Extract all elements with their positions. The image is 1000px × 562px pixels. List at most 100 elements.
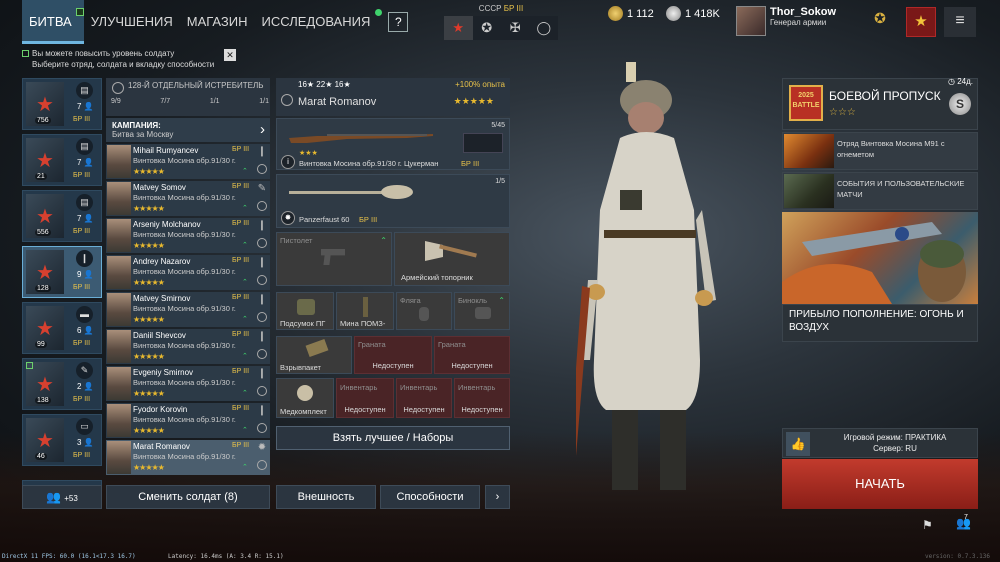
abilities-button[interactable]: Способности (380, 485, 480, 509)
nav-research-label: ИССЛЕДОВАНИЯ (261, 14, 371, 29)
slot-grenade-2[interactable]: Граната Недоступен (434, 336, 510, 374)
soldier-class-icon: ✹ (257, 442, 267, 453)
squad-card[interactable]: ★ 556 ▤ 7 👤 БР III (22, 190, 102, 242)
nation-br: БР III (503, 4, 524, 13)
battle-pass[interactable]: 2025 BATTLE БОЕВОЙ ПРОПУСК ☆☆☆ ◷ 24д. S (782, 77, 978, 130)
squad-stats: 9/9 7/7 1/1 1/1 (111, 98, 269, 105)
nav-battle-label: БИТВА (29, 14, 72, 29)
soldier-row[interactable]: Matvey Smirnov БР III Винтовка Мосина обр.… (106, 292, 270, 327)
slot-primary-weapon[interactable]: 5/45 i ★★★ Винтовка Мосина обр.91/30 г. … (276, 118, 510, 170)
slot-explosive[interactable]: Взрывпакет (276, 336, 352, 374)
squad-header: 128-Й ОТДЕЛЬНЫЙ ИСТРЕБИТЕЛЬ 9/9 7/7 1/1 … (106, 78, 270, 116)
soldier-row[interactable]: Andrey Nazarov БР III Винтовка Мосина обр.… (106, 255, 270, 290)
soldier-status-icon (257, 423, 267, 433)
slot-inventory-1[interactable]: Инвентарь Недоступен (336, 378, 394, 418)
squad-count-value: 7 (77, 214, 82, 223)
promo-squad[interactable]: Отряд Винтовка Мосина М91 с огнеметом (782, 132, 978, 170)
squad-card[interactable]: ★ 756 ▤ 7 👤 БР III (22, 78, 102, 130)
nav-upgrades[interactable]: УЛУЧШЕНИЯ (84, 0, 180, 44)
squad-count-value: 7 (77, 158, 82, 167)
slot-inventory-3[interactable]: Инвентарь Недоступен (454, 378, 510, 418)
explosive-pack-icon (305, 338, 329, 358)
soldier-row[interactable]: Marat Romanov БР III Винтовка Мосина обр.9… (106, 440, 270, 475)
soldier-row-weapon: Винтовка Мосина обр.91/30 г. (133, 193, 236, 202)
soldier-portrait (107, 441, 131, 474)
slot-mine[interactable]: Мина ПОМЗ- (336, 292, 394, 330)
soldier-row[interactable]: Evgeniy Smirnov БР III Винтовка Мосина обр… (106, 366, 270, 401)
appearance-button[interactable]: Внешность (276, 485, 376, 509)
latency-readout: Latency: 16.4ms (A: 3.4 R: 15.1) (168, 553, 284, 560)
nation-tab-japan[interactable]: ◯ (529, 16, 558, 40)
soldier-row-br: БР III (232, 294, 250, 301)
squad-card[interactable]: ★ 21 ▤ 7 👤 БР III (22, 134, 102, 186)
soldier-row-weapon: Винтовка Мосина обр.91/30 г. (133, 415, 236, 424)
next-button[interactable]: › (485, 485, 510, 509)
squad-br: БР III (73, 284, 91, 291)
squad-soldier-count: 7 👤 (77, 102, 94, 111)
slot-flask[interactable]: Фляга (396, 292, 452, 330)
soldier-row[interactable]: Arseniy Molchanov БР III Винтовка Мосина о… (106, 218, 270, 253)
slot-grenade-1[interactable]: Граната Недоступен (354, 336, 432, 374)
squad-stat-soldiers: 9/9 (111, 98, 121, 105)
slot-pistol[interactable]: Пистолет ⌃ (276, 232, 392, 286)
squad-card[interactable]: ★ 46 ▭ 3 👤 БР III (22, 414, 102, 466)
soldier-row[interactable]: Daniil Shevcov БР III Винтовка Мосина обр.… (106, 329, 270, 364)
slot-inventory-2[interactable]: Инвентарь Недоступен (396, 378, 452, 418)
soldier-row[interactable]: Matvey Somov БР III Винтовка Мосина обр.91… (106, 181, 270, 216)
profile-text: Thor_Sokow Генерал армии (770, 6, 836, 38)
thumbs-up-icon[interactable]: 👍 (786, 432, 810, 456)
slot-binocular[interactable]: Бинокль ⌃ (454, 292, 510, 330)
change-soldier-button[interactable]: Сменить солдат (8) (106, 485, 270, 509)
nation-tab-germany[interactable]: ✠ (501, 16, 530, 40)
notification-dot-icon (375, 9, 383, 16)
silver-currency[interactable]: 1 418K (666, 6, 720, 21)
squad-card[interactable]: ★ 99 ▬ 6 👤 БР III (22, 302, 102, 354)
slot-melee[interactable]: Армейский топорник (394, 232, 510, 286)
nav-battle[interactable]: БИТВА (22, 0, 84, 44)
flag-icon[interactable]: ⚑ (922, 518, 933, 532)
upgrade-arrow-icon: ⌃ (242, 353, 248, 360)
group-icon: 👥 (46, 490, 62, 504)
battle-pass-days-value: 24д. (957, 77, 973, 86)
campaign-selector[interactable]: КАМПАНИЯ: Битва за Москву › (106, 118, 270, 142)
nation-tab-ussr[interactable]: ★ (444, 16, 473, 40)
nav-research[interactable]: ИССЛЕДОВАНИЯ (255, 0, 383, 44)
upgrade-arrow-icon: ⌃ (242, 427, 248, 434)
slot-secondary-weapon[interactable]: 1/5 ✸ Panzerfaust 60 БР III (276, 174, 510, 228)
squad-card[interactable]: ★ 138 ✎ 2 👤 БР III (22, 358, 102, 410)
close-icon[interactable]: ✕ (224, 49, 236, 61)
squad-number: 99 (35, 341, 47, 348)
slot-medkit[interactable]: Медкомплект (276, 378, 334, 418)
promo-squad-text: Отряд Винтовка Мосина М91 с огнеметом (837, 139, 945, 159)
slot-pouch[interactable]: Подсумок ПГ (276, 292, 334, 330)
gold-currency[interactable]: 1 112 (608, 6, 654, 21)
nav-shop[interactable]: МАГАЗИН (180, 0, 255, 44)
axe-icon (425, 241, 477, 267)
take-best-button[interactable]: Взять лучшее / Наборы (276, 426, 510, 450)
promo-events[interactable]: СОБЫТИЯ И ПОЛЬЗОВАТЕЛЬСКИЕ МАТЧИ (782, 172, 978, 210)
fps-readout: DirectX 11 FPS: 60.0 (16.1<17.3 16.7) (2, 553, 136, 560)
silver-coin-icon (666, 6, 681, 21)
star-icon: ★ (452, 20, 465, 35)
soldier-class-icon: ❙ (257, 368, 267, 379)
menu-button[interactable]: ≡ (944, 7, 976, 37)
start-button[interactable]: НАЧАТЬ (782, 459, 978, 509)
nation-tab-usa[interactable]: ✪ (472, 16, 501, 40)
help-button[interactable]: ? (388, 12, 409, 32)
soldier-name: Marat Romanov (298, 96, 377, 108)
squad-reserve-button[interactable]: 👥 +53 (22, 485, 102, 509)
soldier-status-icon (257, 164, 267, 174)
squad-count-value: 3 (77, 438, 82, 447)
soldier-row[interactable]: Mihail Rumyancev БР III Винтовка Мосина об… (106, 144, 270, 179)
game-mode[interactable]: 👍 Игровой режим: ПРАКТИКА Сервер: RU (782, 428, 978, 458)
squad-card[interactable]: ★ 128 ❙ 9 👤 БР III (22, 246, 102, 298)
army-badge[interactable]: ★ (906, 7, 936, 37)
upgrade-arrow-icon: ⌃ (242, 205, 248, 212)
squad-number: 128 (35, 285, 51, 292)
rank-badge-icon: ✪ (874, 10, 886, 26)
nation-selector: СССР БР III ★ ✪ ✠ ◯ (444, 4, 558, 40)
document-icon: ▤ (76, 138, 93, 155)
soldier-row[interactable]: Fyodor Korovin БР III Винтовка Мосина обр.… (106, 403, 270, 438)
promo-banner[interactable] (782, 212, 978, 304)
promo-caption: ПРИБЫЛО ПОПОЛНЕНИЕ: ОГОНЬ И ВОЗДУХ (782, 304, 978, 342)
